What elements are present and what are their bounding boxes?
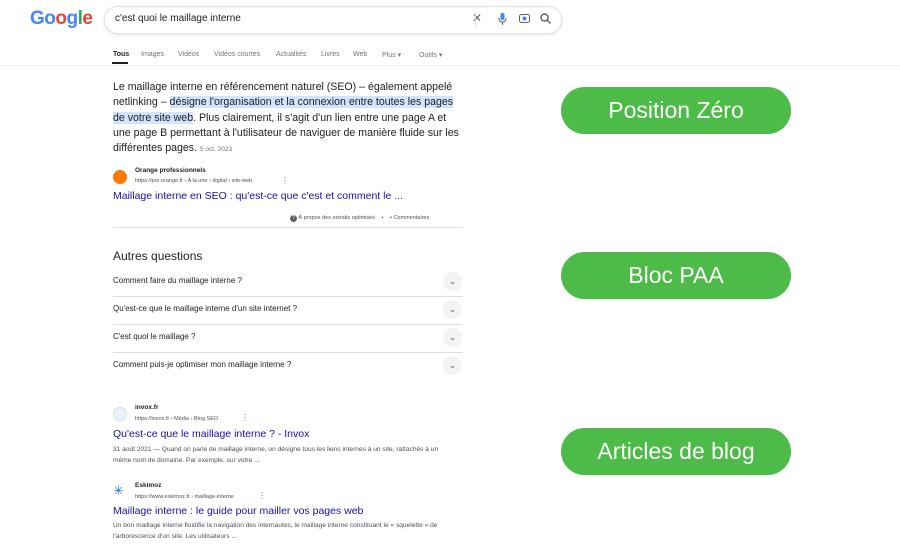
chevron-down-icon[interactable]: ⌄ bbox=[443, 272, 462, 291]
result-description: 31 août 2021 — Quand on parle de maillag… bbox=[113, 446, 439, 464]
about-snippets: ? À propos des extraits optimisés • ▪ Co… bbox=[290, 215, 429, 222]
result-description: Un bon maillage interne fluidifie la nav… bbox=[113, 522, 438, 540]
paa-item[interactable]: Comment puis-je optimiser mon maillage i… bbox=[113, 352, 462, 380]
tab-actualites[interactable]: Actualités bbox=[276, 51, 306, 58]
tab-videos[interactable]: Vidéos bbox=[178, 51, 199, 58]
tab-web[interactable]: Web bbox=[353, 51, 367, 58]
paa-question[interactable]: Comment faire du maillage interne ? bbox=[113, 276, 242, 285]
tab-livres[interactable]: Livres bbox=[321, 51, 340, 58]
eskimoz-favicon: ✳ bbox=[113, 483, 124, 498]
tab-plus[interactable]: Plus ▾ bbox=[382, 51, 401, 59]
result-url[interactable]: https://invox.fr › Média › Blog SEO bbox=[135, 416, 218, 422]
snippet-date: 5 oct. 2023 bbox=[199, 146, 233, 154]
google-logo[interactable]: Google bbox=[30, 8, 93, 30]
tab-tous[interactable]: Tous bbox=[113, 51, 129, 58]
more-options-icon[interactable]: ⋮ bbox=[241, 413, 249, 422]
label-position-zero: Position Zéro bbox=[561, 87, 791, 134]
tab-videos-courtes[interactable]: Vidéos courtes bbox=[214, 51, 260, 58]
about-link[interactable]: À propos des extraits optimisés bbox=[299, 215, 375, 221]
result-title[interactable]: Qu'est-ce que le maillage interne ? - In… bbox=[113, 428, 309, 440]
clear-icon[interactable]: ✕ bbox=[472, 11, 482, 25]
paa-item[interactable]: Qu'est-ce que le maillage interne d'un s… bbox=[113, 296, 462, 325]
result-site[interactable]: invox.fr bbox=[135, 404, 158, 411]
chevron-down-icon[interactable]: ⌄ bbox=[443, 356, 462, 375]
lens-icon[interactable] bbox=[519, 13, 530, 27]
comments-link[interactable]: Commentaires bbox=[393, 215, 429, 221]
active-tab-indicator bbox=[112, 62, 128, 64]
label-articles-blog: Articles de blog bbox=[561, 428, 791, 475]
search-input[interactable]: c'est quoi le maillage interne bbox=[115, 13, 241, 24]
microphone-icon[interactable] bbox=[498, 13, 507, 28]
chevron-down-icon[interactable]: ⌄ bbox=[443, 300, 462, 319]
tab-outils[interactable]: Outils ▾ bbox=[419, 51, 442, 59]
source-name[interactable]: Orange professionnels bbox=[135, 167, 206, 174]
result-title[interactable]: Maillage interne : le guide pour mailler… bbox=[113, 505, 363, 517]
featured-snippet: Le maillage interne en référencement nat… bbox=[113, 80, 463, 157]
paa-question[interactable]: Comment puis-je optimiser mon maillage i… bbox=[113, 360, 291, 369]
paa-title: Autres questions bbox=[113, 249, 203, 263]
label-bloc-paa: Bloc PAA bbox=[561, 252, 791, 299]
paa-item[interactable]: C'est quoi le maillage ? ⌄ bbox=[113, 324, 462, 353]
chevron-down-icon[interactable]: ⌄ bbox=[443, 328, 462, 347]
more-options-icon[interactable]: ⋮ bbox=[281, 176, 289, 185]
help-icon[interactable]: ? bbox=[290, 215, 297, 222]
paa-item[interactable]: Comment faire du maillage interne ? ⌄ bbox=[113, 268, 462, 297]
paa-question[interactable]: C'est quoi le maillage ? bbox=[113, 332, 195, 341]
paa-question[interactable]: Qu'est-ce que le maillage interne d'un s… bbox=[113, 304, 297, 313]
more-options-icon[interactable]: ⋮ bbox=[258, 491, 266, 500]
search-box[interactable]: c'est quoi le maillage interne ✕ bbox=[104, 6, 562, 34]
orange-favicon bbox=[113, 170, 127, 184]
search-icon[interactable] bbox=[540, 13, 551, 27]
result-site[interactable]: Eskimoz bbox=[135, 482, 161, 489]
snippet-divider bbox=[113, 227, 463, 228]
source-url[interactable]: https://pro.orange.fr › A la une › digit… bbox=[135, 178, 252, 184]
result-url[interactable]: https://www.eskimoz.fr › maillage-intern… bbox=[135, 494, 234, 500]
tab-images[interactable]: Images bbox=[141, 51, 164, 58]
feedback-icon[interactable]: ▪ bbox=[390, 215, 392, 221]
invox-favicon bbox=[113, 407, 127, 421]
snippet-link[interactable]: Maillage interne en SEO : qu'est-ce que … bbox=[113, 190, 403, 202]
header-divider bbox=[0, 65, 900, 66]
